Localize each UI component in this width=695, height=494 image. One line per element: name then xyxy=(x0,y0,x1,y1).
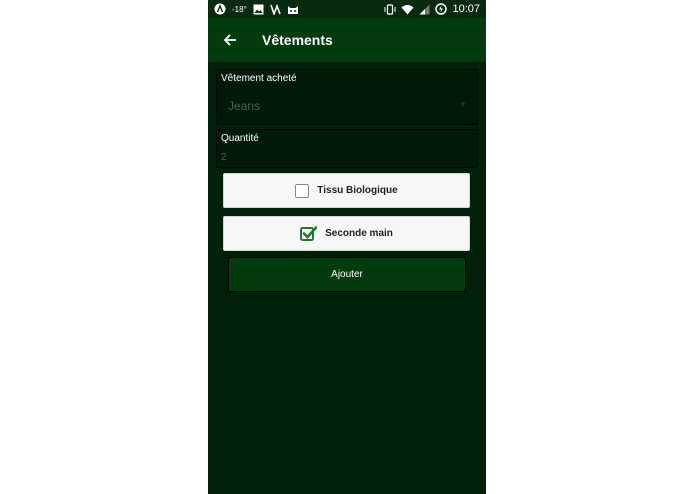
quantity-field[interactable]: Quantité 2 xyxy=(216,129,478,168)
clock: 10:07 xyxy=(452,3,480,15)
quantity-label: Quantité xyxy=(221,133,259,144)
add-button[interactable]: Ajouter xyxy=(228,257,466,292)
chevron-down-icon: ▼ xyxy=(459,100,467,109)
app-bar: Vêtements xyxy=(208,18,486,62)
checkbox-checked-icon xyxy=(300,225,318,242)
wifi-icon xyxy=(401,4,414,15)
checkbox-unchecked-icon xyxy=(295,183,310,198)
organic-checkbox[interactable]: Tissu Biologique xyxy=(223,173,470,208)
quantity-value: 2 xyxy=(221,152,227,163)
clothing-label: Vêtement acheté xyxy=(221,73,297,84)
clothing-value: Jeans xyxy=(228,99,261,113)
app-a-icon xyxy=(214,3,226,15)
status-bar: -18° 10:07 xyxy=(208,0,486,18)
page-title: Vêtements xyxy=(262,32,333,48)
vibrate-icon xyxy=(384,3,396,15)
organic-checkbox-label: Tissu Biologique xyxy=(317,185,398,196)
temperature: -18° xyxy=(232,4,247,14)
second-hand-checkbox-label: Seconde main xyxy=(325,228,393,239)
second-hand-checkbox[interactable]: Seconde main xyxy=(223,216,470,251)
phone-screen: -18° 10:07 Vêtements Vêtement acheté Jea… xyxy=(208,0,486,494)
signal-icon xyxy=(419,4,430,15)
data-saver-icon xyxy=(435,3,448,15)
cat-icon xyxy=(287,4,299,15)
image-icon xyxy=(253,4,264,15)
nfc-icon xyxy=(270,3,281,15)
arrow-left-icon[interactable] xyxy=(220,30,240,50)
clothing-select[interactable]: Vêtement acheté Jeans ▼ xyxy=(216,69,478,125)
